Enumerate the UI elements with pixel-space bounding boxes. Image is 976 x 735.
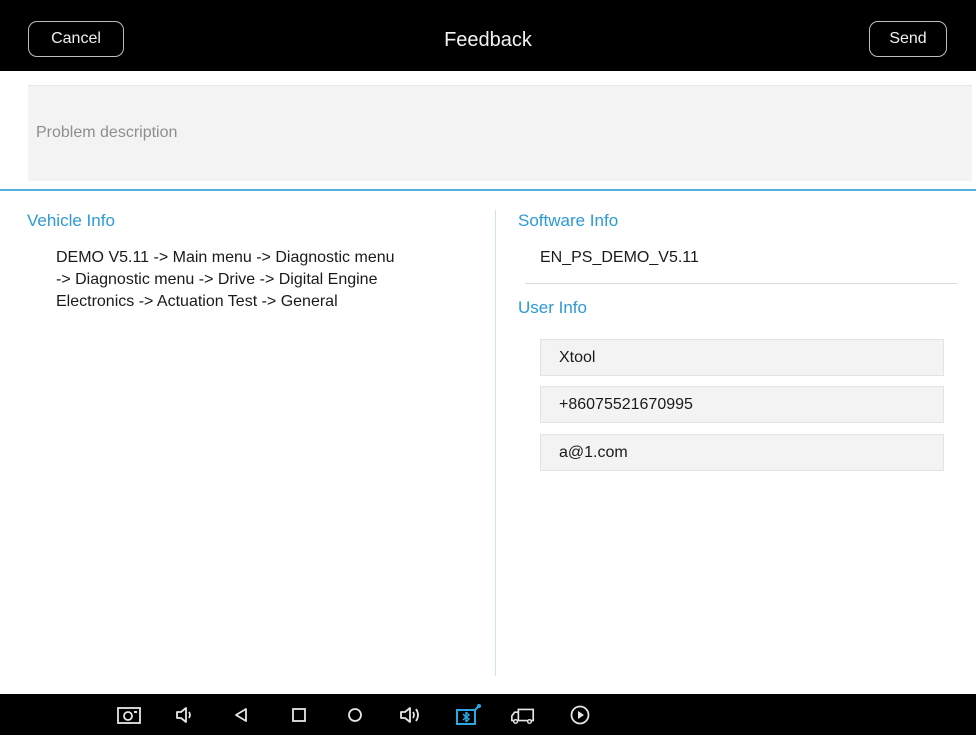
recents-icon[interactable] <box>286 702 312 728</box>
vci-icon[interactable] <box>455 702 481 728</box>
back-icon[interactable] <box>228 702 254 728</box>
vehicle-info-heading: Vehicle Info <box>27 211 115 230</box>
software-info-heading: Software Info <box>518 211 619 230</box>
column-divider <box>495 210 496 676</box>
software-divider <box>525 283 958 284</box>
play-icon[interactable] <box>567 702 593 728</box>
problem-description-input[interactable]: Problem description <box>28 85 972 181</box>
volume-up-icon[interactable] <box>398 702 424 728</box>
system-nav-bar <box>0 694 976 735</box>
page-title: Feedback <box>444 29 532 51</box>
send-button[interactable]: Send <box>869 21 947 57</box>
user-email-field[interactable]: a@1.com <box>540 434 944 471</box>
vehicle-path-line: -> Diagnostic menu -> Drive -> Digital E… <box>56 271 378 288</box>
vehicle-path-line: DEMO V5.11 -> Main menu -> Diagnostic me… <box>56 249 395 266</box>
user-info-heading: User Info <box>518 298 587 317</box>
home-icon[interactable] <box>342 702 368 728</box>
vehicle-path: DEMO V5.11 -> Main menu -> Diagnostic me… <box>56 247 476 313</box>
software-version: EN_PS_DEMO_V5.11 <box>540 249 699 266</box>
screenshot-icon[interactable] <box>116 702 142 728</box>
user-name-field[interactable]: Xtool <box>540 339 944 376</box>
section-divider <box>0 189 976 191</box>
truck-icon[interactable] <box>510 702 536 728</box>
volume-down-icon[interactable] <box>172 702 198 728</box>
vehicle-path-line: Electronics -> Actuation Test -> General <box>56 293 338 310</box>
user-phone-field[interactable]: +86075521670995 <box>540 386 944 423</box>
top-bar: Cancel Feedback Send <box>0 0 976 71</box>
